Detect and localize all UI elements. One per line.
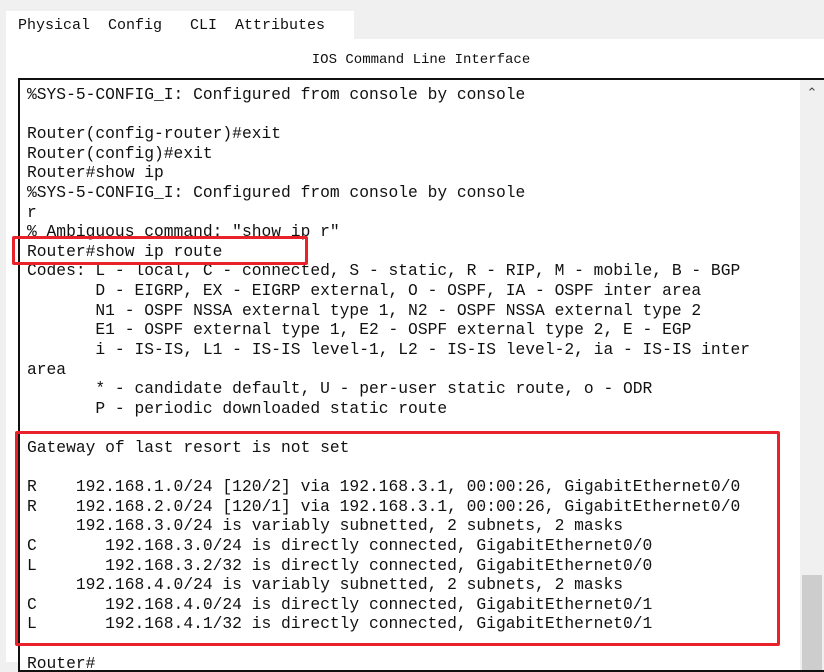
scrollbar-thumb[interactable] [802, 575, 822, 670]
terminal-line: Router# [27, 653, 96, 672]
scrollbar[interactable]: ⌃ [800, 80, 824, 670]
terminal-line: %SYS-5-CONFIG_I: Configured from console… [27, 85, 526, 104]
terminal-line: Router(config)#exit [27, 143, 213, 163]
panel-title: IOS Command Line Interface [311, 52, 531, 68]
terminal-line: P - periodic downloaded static route [27, 398, 448, 418]
chevron-up-icon[interactable]: ⌃ [800, 86, 824, 101]
tab-physical[interactable]: Physical [12, 17, 96, 34]
terminal-line: E1 - OSPF external type 1, E2 - OSPF ext… [27, 320, 692, 340]
tab-cli[interactable]: CLI [184, 17, 224, 43]
highlight-show-ip-route [12, 236, 308, 265]
terminal-line: * - candidate default, U - per-user stat… [27, 379, 653, 399]
highlight-routing-table [15, 431, 780, 646]
terminal-line: N1 - OSPF NSSA external type 1, N2 - OSP… [27, 300, 702, 320]
terminal-line: D - EIGRP, EX - EIGRP external, O - OSPF… [27, 281, 702, 301]
terminal-line: Router(config-router)#exit [27, 124, 282, 144]
terminal-line: area [27, 359, 67, 379]
terminal-line: Router#show ip [27, 163, 164, 183]
terminal-line: %SYS-5-CONFIG_I: Configured from console… [27, 183, 526, 203]
terminal-line: i - IS-IS, L1 - IS-IS level-1, L2 - IS-I… [27, 339, 751, 359]
tab-attributes[interactable]: Attributes [229, 17, 331, 34]
terminal-line: r [27, 202, 37, 222]
tab-config[interactable]: Config [102, 17, 168, 34]
tab-bar: Physical Config CLI Attributes [6, 11, 354, 43]
